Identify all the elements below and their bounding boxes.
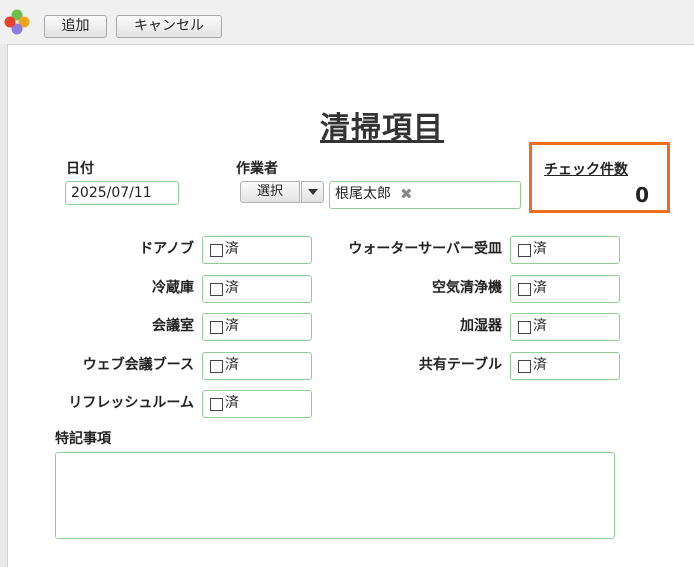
checkbox-meeting-room[interactable]: 済 (202, 313, 312, 341)
checkbox-water-server[interactable]: 済 (510, 236, 620, 264)
checkbox-icon[interactable] (210, 360, 223, 373)
checkbox-icon[interactable] (518, 283, 531, 296)
item-label-refresh-room: リフレッシュルーム (68, 395, 194, 411)
selected-user: 根尾太郎 (335, 186, 391, 202)
checkbox-text: 済 (225, 357, 239, 373)
checkbox-fridge[interactable]: 済 (202, 275, 312, 303)
date-field[interactable]: 2025/07/11 (65, 181, 179, 205)
toolbar: 追加 キャンセル (0, 0, 694, 44)
checkbox-text: 済 (225, 395, 239, 411)
checkbox-shared-table[interactable]: 済 (510, 352, 620, 380)
checkbox-icon[interactable] (518, 321, 531, 334)
item-label-meeting-room: 会議室 (152, 318, 194, 334)
chevron-down-icon[interactable] (301, 181, 324, 203)
checkbox-icon[interactable] (518, 360, 531, 373)
remove-user-icon[interactable]: ✖ (400, 185, 413, 203)
item-label-humidifier: 加湿器 (460, 318, 502, 334)
checkbox-text: 済 (225, 241, 239, 257)
checkbox-icon[interactable] (210, 283, 223, 296)
page-title: 清掃項目 (320, 111, 444, 146)
checkbox-icon[interactable] (210, 244, 223, 257)
item-label-web-booth: ウェブ会議ブース (82, 357, 194, 373)
checkbox-humidifier[interactable]: 済 (510, 313, 620, 341)
checkbox-text: 済 (533, 280, 547, 296)
check-count-box: チェック件数 0 (529, 142, 670, 213)
checkbox-text: 済 (533, 318, 547, 334)
app-logo-icon (4, 9, 30, 35)
checkbox-text: 済 (225, 318, 239, 334)
checkbox-web-booth[interactable]: 済 (202, 352, 312, 380)
cancel-button[interactable]: キャンセル (116, 15, 222, 38)
select-user-button[interactable]: 選択 (240, 181, 300, 203)
checkbox-doorknob[interactable]: 済 (202, 236, 312, 264)
date-label: 日付 (66, 161, 94, 177)
notes-label: 特記事項 (55, 431, 111, 447)
notes-textarea[interactable] (55, 452, 615, 539)
worker-label: 作業者 (236, 161, 278, 177)
checkbox-text: 済 (533, 357, 547, 373)
item-label-air-purifier: 空気清浄機 (432, 280, 502, 296)
item-label-shared-table: 共有テーブル (418, 357, 502, 373)
checkbox-refresh-room[interactable]: 済 (202, 390, 312, 418)
checkbox-text: 済 (225, 280, 239, 296)
checkbox-text: 済 (533, 241, 547, 257)
check-count-value: 0 (635, 183, 649, 207)
item-label-fridge: 冷蔵庫 (152, 280, 194, 296)
checkbox-icon[interactable] (518, 244, 531, 257)
worker-field[interactable]: 根尾太郎 ✖ (329, 181, 521, 209)
checkbox-air-purifier[interactable]: 済 (510, 275, 620, 303)
add-button[interactable]: 追加 (44, 15, 107, 38)
item-label-water-server: ウォーターサーバー受皿 (348, 241, 502, 257)
checkbox-icon[interactable] (210, 398, 223, 411)
check-count-label: チェック件数 (544, 162, 628, 178)
checkbox-icon[interactable] (210, 321, 223, 334)
item-label-doorknob: ドアノブ (139, 241, 194, 257)
